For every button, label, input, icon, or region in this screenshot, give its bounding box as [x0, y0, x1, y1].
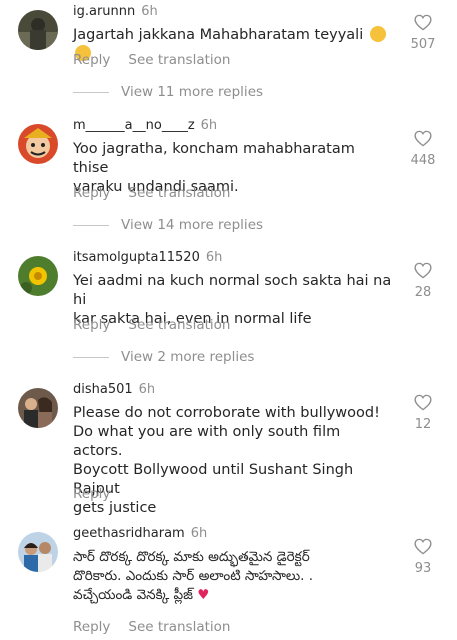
reply-button[interactable]: Reply — [73, 486, 110, 502]
sleepy-face-emoji-icon — [369, 26, 386, 42]
heart-icon[interactable] — [414, 262, 432, 279]
comment-meta: itsamolgupta11520 6h — [73, 250, 222, 265]
username[interactable]: ig.arunnn — [73, 4, 135, 19]
divider — [73, 91, 109, 93]
view-more-label: View 14 more replies — [121, 217, 264, 233]
view-more-label: View 11 more replies — [121, 84, 264, 100]
like-count: 28 — [414, 285, 432, 300]
like-control: 28 — [408, 262, 438, 300]
view-more-replies[interactable]: View 11 more replies — [73, 84, 263, 100]
avatar[interactable] — [18, 124, 58, 164]
heart-icon[interactable] — [414, 538, 432, 555]
comment-actions: Reply See translation — [73, 317, 248, 333]
red-heart-emoji-icon: ♥ — [197, 587, 210, 603]
timestamp: 6h — [141, 4, 158, 19]
timestamp: 6h — [138, 382, 156, 397]
comment-meta: ig.arunnn 6h — [73, 4, 158, 19]
timestamp: 6h — [190, 526, 208, 541]
comment-text-body: Jagartah jakkana Mahabharatam teyyali — [73, 27, 364, 43]
username[interactable]: geethasridharam — [73, 526, 185, 541]
see-translation-button[interactable]: See translation — [128, 317, 230, 333]
avatar[interactable] — [18, 256, 58, 296]
comment-actions: Reply See translation — [73, 619, 248, 635]
timestamp: 6h — [200, 118, 218, 133]
username[interactable]: m______a__no____z — [73, 118, 195, 133]
avatar[interactable] — [18, 388, 58, 428]
like-control: 448 — [408, 130, 438, 168]
timestamp: 6h — [205, 250, 223, 265]
like-count: 448 — [410, 153, 436, 168]
comment-actions: Reply See translation — [73, 52, 248, 68]
like-count: 507 — [410, 37, 436, 52]
see-translation-button[interactable]: See translation — [128, 619, 230, 635]
like-count: 12 — [414, 417, 432, 432]
comment-actions: Reply See translation — [73, 185, 248, 201]
reply-button[interactable]: Reply — [73, 317, 110, 333]
reply-button[interactable]: Reply — [73, 619, 110, 635]
comment-actions: Reply — [73, 486, 128, 502]
view-more-label: View 2 more replies — [121, 349, 255, 365]
comment-meta: disha501 6h — [73, 382, 155, 397]
reply-button[interactable]: Reply — [73, 185, 110, 201]
username[interactable]: disha501 — [73, 382, 133, 397]
like-control: 93 — [408, 538, 438, 576]
username[interactable]: itsamolgupta11520 — [73, 250, 200, 265]
heart-icon[interactable] — [414, 130, 432, 147]
view-more-replies[interactable]: View 2 more replies — [73, 349, 254, 365]
comment-meta: geethasridharam 6h — [73, 526, 207, 541]
avatar[interactable] — [18, 532, 58, 572]
see-translation-button[interactable]: See translation — [128, 52, 230, 68]
like-count: 93 — [414, 561, 432, 576]
divider — [73, 356, 109, 358]
comment-text: సార్ దొరక్క దొరక్క మాకు అద్భుతమైన డైరెక్… — [73, 548, 393, 605]
comment-meta: m______a__no____z 6h — [73, 118, 217, 133]
divider — [73, 224, 109, 226]
heart-icon[interactable] — [414, 14, 432, 31]
comment-text-body: సార్ దొరక్క దొరక్క మాకు అద్భుతమైన డైరెక్… — [73, 549, 313, 603]
like-control: 507 — [408, 14, 438, 52]
reply-button[interactable]: Reply — [73, 52, 110, 68]
view-more-replies[interactable]: View 14 more replies — [73, 217, 263, 233]
like-control: 12 — [408, 394, 438, 432]
see-translation-button[interactable]: See translation — [128, 185, 230, 201]
heart-icon[interactable] — [414, 394, 432, 411]
avatar[interactable] — [18, 10, 58, 50]
